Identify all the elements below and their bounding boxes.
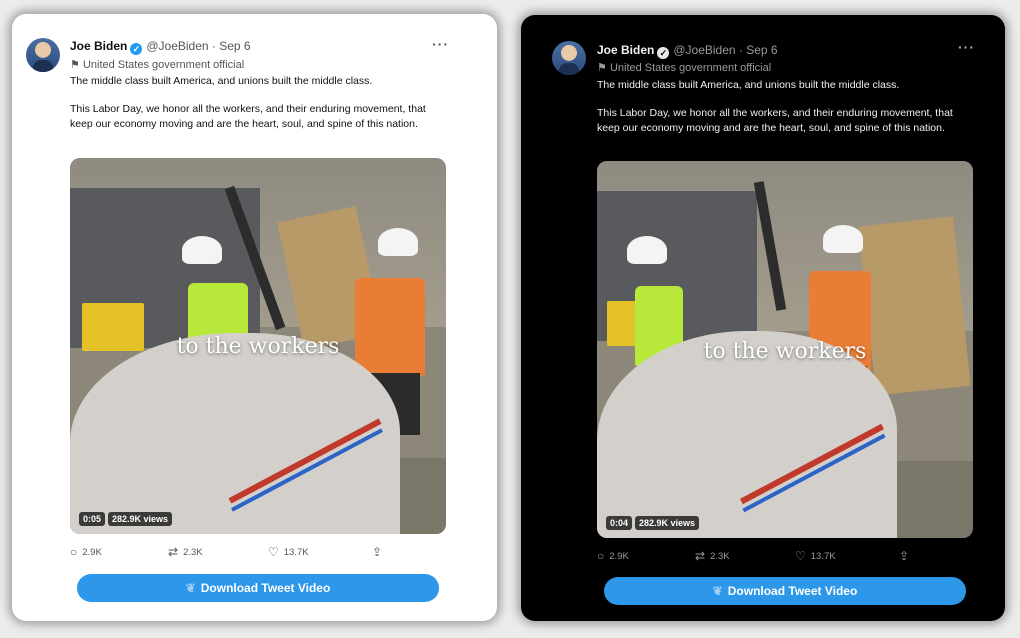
video-scene: [182, 236, 222, 264]
author-handle-date[interactable]: @JoeBiden · Sep 6: [146, 39, 250, 53]
share-icon: ⇪: [899, 549, 910, 563]
affiliation-label-row: ⚑ United States government official: [70, 58, 244, 71]
author-name[interactable]: Joe Biden: [70, 39, 127, 53]
tweet-video[interactable]: to the workers 0:05 282.9K views: [70, 158, 446, 534]
verified-badge-icon: ✓: [657, 47, 670, 59]
like-count: 13.7K: [810, 551, 836, 562]
reply-icon: ○: [70, 545, 78, 559]
tweet-paragraph-2: This Labor Day, we honor all the workers…: [597, 107, 953, 134]
reply-button[interactable]: ○ 2.9K: [597, 549, 629, 563]
reply-button[interactable]: ○ 2.9K: [70, 545, 102, 559]
like-count: 13.7K: [283, 547, 309, 558]
bird-icon: ❦: [712, 584, 723, 598]
flag-icon: ⚑: [70, 59, 80, 71]
more-options-icon[interactable]: ···: [432, 36, 449, 52]
bird-icon: ❦: [185, 581, 196, 595]
video-scene: [627, 236, 667, 264]
retweet-count: 2.3K: [710, 551, 730, 562]
reply-count: 2.9K: [82, 547, 102, 558]
video-views-badge: 282.9K views: [635, 516, 700, 530]
video-views-badge: 282.9K views: [108, 512, 173, 526]
tweet-paragraph-2: This Labor Day, we honor all the workers…: [70, 103, 426, 130]
tweet-card-dark: Joe Biden ✓ @JoeBiden · Sep 6 ··· ⚑ United…: [521, 15, 1005, 621]
reply-icon: ○: [597, 549, 605, 563]
avatar[interactable]: [552, 41, 586, 75]
retweet-count: 2.3K: [183, 547, 203, 558]
tweet-paragraph-1: The middle class built America, and unio…: [597, 79, 900, 91]
tweet-paragraph-1: The middle class built America, and unio…: [70, 75, 373, 87]
tweet-actions: ○ 2.9K ⇄ 2.3K ♡ 13.7K ⇪: [70, 545, 446, 561]
like-button[interactable]: ♡ 13.7K: [268, 545, 309, 559]
like-button[interactable]: ♡ 13.7K: [795, 549, 836, 563]
video-overlay-text: to the workers: [176, 334, 340, 359]
video-time-badge: 0:05: [79, 512, 106, 526]
retweet-icon: ⇄: [695, 549, 706, 563]
retweet-icon: ⇄: [168, 545, 179, 559]
share-button[interactable]: ⇪: [372, 545, 387, 559]
author-header: Joe Biden ✓ @JoeBiden · Sep 6: [597, 43, 778, 59]
tweet-text: The middle class built America, and unio…: [597, 78, 977, 136]
heart-icon: ♡: [268, 545, 279, 559]
affiliation-label[interactable]: United States government official: [83, 59, 244, 71]
video-scene: [858, 216, 971, 396]
author-handle-date[interactable]: @JoeBiden · Sep 6: [673, 43, 777, 57]
tweet-card-light: Joe Biden ✓ @JoeBiden · Sep 6 ··· ⚑ United…: [12, 14, 497, 621]
tweet-video[interactable]: to the workers 0:04 282.9K views: [597, 161, 973, 538]
video-overlay-text: to the workers: [703, 339, 867, 364]
video-scene: [823, 225, 863, 253]
video-scene: [378, 228, 418, 256]
flag-icon: ⚑: [597, 62, 607, 74]
download-tweet-video-button[interactable]: ❦ Download Tweet Video: [77, 574, 439, 602]
share-icon: ⇪: [372, 545, 383, 559]
avatar[interactable]: [26, 38, 60, 72]
video-scene: [355, 278, 425, 376]
affiliation-label[interactable]: United States government official: [610, 62, 771, 74]
author-header: Joe Biden ✓ @JoeBiden · Sep 6: [70, 39, 251, 55]
retweet-button[interactable]: ⇄ 2.3K: [695, 549, 730, 563]
affiliation-label-row: ⚑ United States government official: [597, 61, 771, 74]
tweet-actions: ○ 2.9K ⇄ 2.3K ♡ 13.7K ⇪: [597, 549, 973, 565]
tweet-text: The middle class built America, and unio…: [70, 74, 450, 132]
download-tweet-video-button[interactable]: ❦ Download Tweet Video: [604, 577, 966, 605]
verified-badge-icon: ✓: [130, 43, 143, 55]
download-label: Download Tweet Video: [200, 581, 331, 595]
share-button[interactable]: ⇪: [899, 549, 914, 563]
author-name[interactable]: Joe Biden: [597, 43, 654, 57]
video-time-badge: 0:04: [606, 516, 633, 530]
reply-count: 2.9K: [609, 551, 629, 562]
retweet-button[interactable]: ⇄ 2.3K: [168, 545, 203, 559]
heart-icon: ♡: [795, 549, 806, 563]
download-label: Download Tweet Video: [727, 584, 858, 598]
more-options-icon[interactable]: ···: [958, 39, 975, 55]
